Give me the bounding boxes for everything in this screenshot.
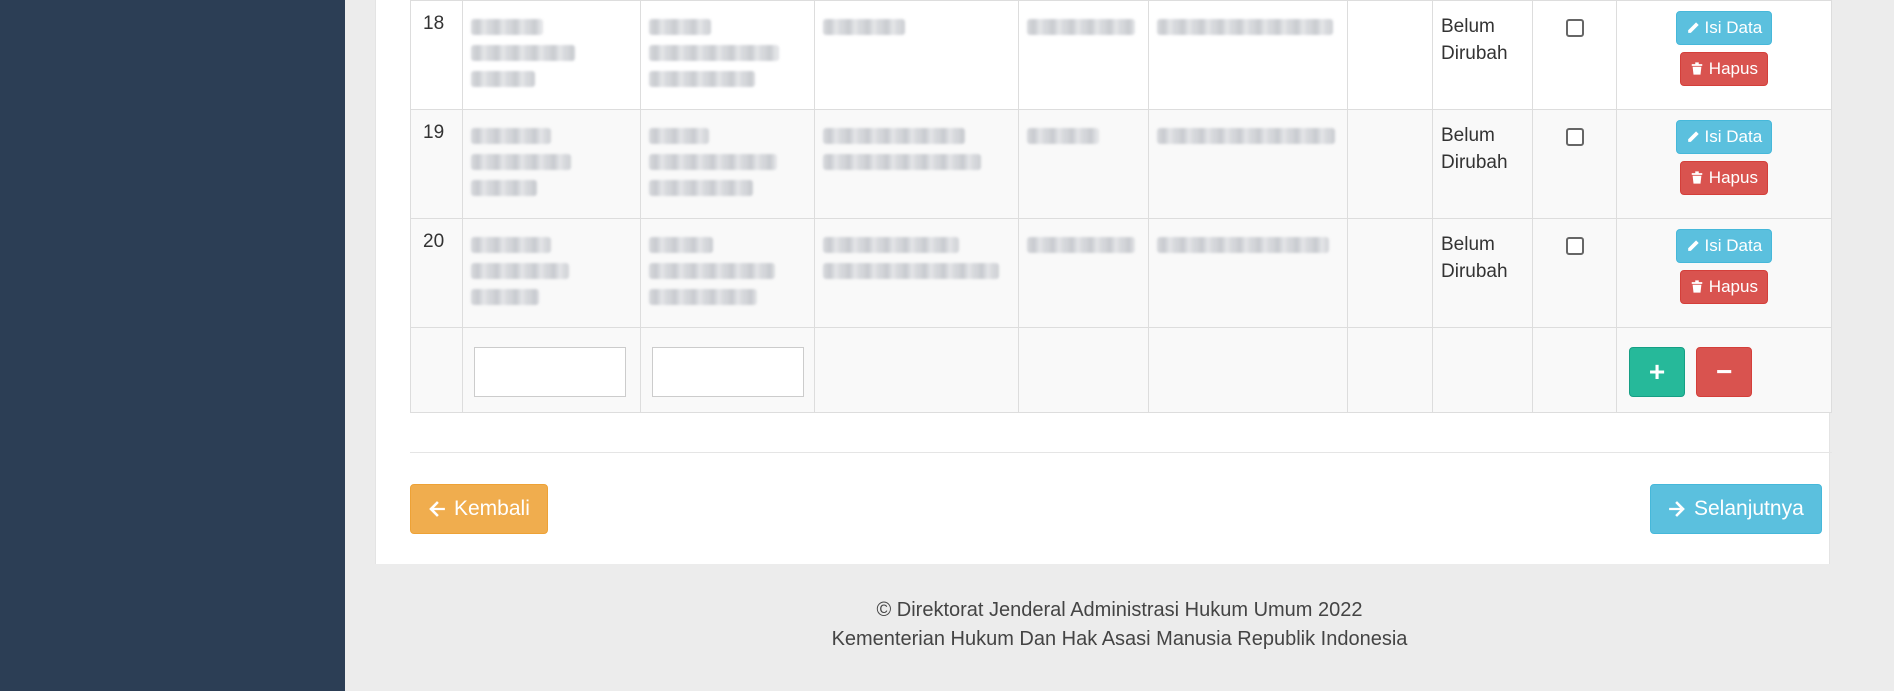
selanjutnya-label: Selanjutnya	[1694, 497, 1804, 520]
status-cell: Belum Dirubah	[1432, 109, 1533, 219]
isi-data-button[interactable]: Isi Data	[1675, 120, 1773, 154]
action-cell: Isi Data Hapus	[1616, 218, 1832, 328]
empty-cell	[1347, 0, 1433, 110]
row-number: 20	[410, 218, 463, 328]
pencil-icon	[1688, 131, 1699, 142]
redacted-cell	[1018, 0, 1149, 110]
pencil-icon	[1688, 22, 1699, 33]
input-cell	[640, 327, 815, 413]
arrow-left-icon	[429, 501, 445, 517]
empty-cell	[1018, 327, 1149, 413]
empty-cell	[1432, 327, 1533, 413]
new-entry-row: + −	[410, 327, 1832, 413]
redacted-cell	[1018, 109, 1149, 219]
row-number: 18	[410, 0, 463, 110]
isi-data-label: Isi Data	[1704, 18, 1763, 37]
redacted-cell	[814, 109, 1019, 219]
footer-copyright: © Direktorat Jenderal Administrasi Hukum…	[876, 599, 1363, 621]
redacted-cell	[640, 218, 815, 328]
trash-icon	[1691, 171, 1703, 184]
redacted-cell	[1148, 109, 1348, 219]
redacted-cell	[1148, 218, 1348, 328]
divider	[410, 452, 1832, 453]
footer: © Direktorat Jenderal Administrasi Hukum…	[345, 596, 1894, 654]
input-cell	[462, 327, 641, 413]
empty-cell	[1532, 327, 1617, 413]
redacted-cell	[462, 109, 641, 219]
row-number: 19	[410, 109, 463, 219]
status-text: Dirubah	[1441, 261, 1508, 282]
redacted-cell	[462, 0, 641, 110]
add-row-button[interactable]: +	[1629, 347, 1685, 397]
redacted-cell	[640, 0, 815, 110]
status-text: Belum	[1441, 16, 1495, 37]
empty-cell	[814, 327, 1019, 413]
main-content: 18 Belum Dirubah Isi Data Hapus 19 Belum…	[345, 0, 1894, 691]
footer-ministry: Kementerian Hukum Dan Hak Asasi Manusia …	[831, 628, 1408, 650]
add-remove-cell: + −	[1616, 327, 1832, 413]
selanjutnya-button[interactable]: Selanjutnya	[1650, 484, 1822, 534]
redacted-cell	[1018, 218, 1149, 328]
empty-cell	[410, 327, 463, 413]
status-text: Dirubah	[1441, 43, 1508, 64]
status-text: Belum	[1441, 234, 1495, 255]
hapus-button[interactable]: Hapus	[1680, 270, 1768, 304]
checkbox-cell	[1532, 0, 1617, 110]
table-row: 18 Belum Dirubah Isi Data Hapus	[410, 0, 1832, 110]
sidebar	[0, 0, 345, 691]
remove-row-button[interactable]: −	[1696, 347, 1753, 397]
isi-data-button[interactable]: Isi Data	[1675, 229, 1773, 263]
row-checkbox[interactable]	[1565, 128, 1584, 146]
status-cell: Belum Dirubah	[1432, 218, 1533, 328]
hapus-button[interactable]: Hapus	[1680, 52, 1768, 86]
action-cell: Isi Data Hapus	[1616, 0, 1832, 110]
trash-icon	[1691, 280, 1703, 293]
pencil-icon	[1688, 240, 1699, 251]
table-row: 20 Belum Dirubah Isi Data Hapus	[410, 218, 1832, 328]
kembali-label: Kembali	[454, 497, 530, 520]
redacted-cell	[462, 218, 641, 328]
isi-data-label: Isi Data	[1704, 127, 1763, 146]
redacted-cell	[1148, 0, 1348, 110]
hapus-label: Hapus	[1708, 277, 1758, 296]
checkbox-cell	[1532, 109, 1617, 219]
trash-icon	[1691, 62, 1703, 75]
empty-cell	[1347, 218, 1433, 328]
row-checkbox[interactable]	[1565, 19, 1584, 37]
status-text: Belum	[1441, 125, 1495, 146]
status-text: Dirubah	[1441, 152, 1508, 173]
hapus-button[interactable]: Hapus	[1680, 161, 1768, 195]
action-cell: Isi Data Hapus	[1616, 109, 1832, 219]
redacted-cell	[814, 0, 1019, 110]
hapus-label: Hapus	[1708, 168, 1758, 187]
new-entry-input-2[interactable]	[652, 347, 804, 397]
data-table: 18 Belum Dirubah Isi Data Hapus 19 Belum…	[410, 0, 1832, 413]
arrow-right-icon	[1669, 501, 1685, 517]
table-row: 19 Belum Dirubah Isi Data Hapus	[410, 109, 1832, 219]
status-cell: Belum Dirubah	[1432, 0, 1533, 110]
checkbox-cell	[1532, 218, 1617, 328]
new-entry-input-1[interactable]	[474, 347, 626, 397]
row-checkbox[interactable]	[1565, 237, 1584, 255]
redacted-cell	[814, 218, 1019, 328]
isi-data-button[interactable]: Isi Data	[1675, 11, 1773, 45]
hapus-label: Hapus	[1708, 59, 1758, 78]
kembali-button[interactable]: Kembali	[410, 484, 548, 534]
empty-cell	[1347, 327, 1433, 413]
empty-cell	[1347, 109, 1433, 219]
isi-data-label: Isi Data	[1704, 236, 1763, 255]
empty-cell	[1148, 327, 1348, 413]
redacted-cell	[640, 109, 815, 219]
